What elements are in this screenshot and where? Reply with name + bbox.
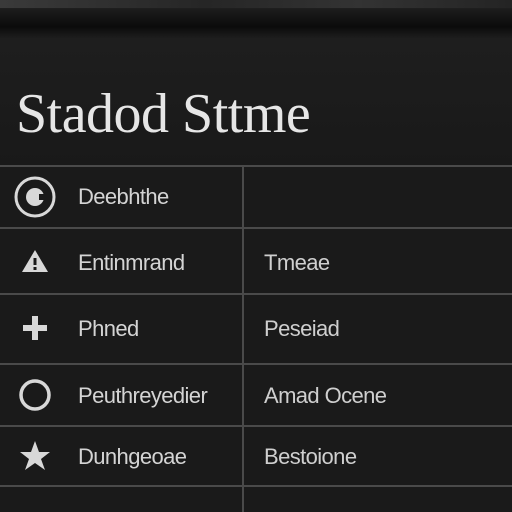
row-value: Bestoione: [264, 444, 357, 469]
page-title: Stadod Sttme: [16, 83, 311, 145]
table-row[interactable]: Phned Peseiad: [0, 295, 512, 363]
settings-dial-icon[interactable]: [12, 174, 58, 220]
circle-icon[interactable]: [12, 372, 58, 418]
bezel-highlight: [0, 0, 512, 8]
row-label: Entinmrand: [78, 250, 185, 275]
row-label: Dunhgeoae: [78, 444, 187, 469]
row-value: Peseiad: [264, 316, 340, 341]
row-label: Phned: [78, 316, 139, 341]
settings-table: Deebhthe Entinmrand Tmeae Phned Peseiad …: [0, 165, 512, 512]
settings-screen: Stadod Sttme Deebhthe Entinmrand Tmeae P…: [0, 38, 512, 512]
table-row[interactable]: Deebhthe: [0, 167, 512, 227]
monitor-bezel: [0, 0, 512, 38]
row-divider: [0, 485, 512, 487]
star-icon[interactable]: [12, 433, 58, 479]
row-label: Deebhthe: [78, 184, 169, 209]
row-value: Amad Ocene: [264, 383, 387, 408]
table-row[interactable]: Dunhgeoae Bestoione: [0, 427, 512, 485]
header: Stadod Sttme: [0, 38, 512, 166]
row-value: Tmeae: [264, 250, 330, 275]
table-row[interactable]: Entinmrand Tmeae: [0, 229, 512, 293]
plus-icon[interactable]: [12, 305, 58, 351]
table-row[interactable]: Peuthreyedier Amad Ocene: [0, 365, 512, 425]
warning-triangle-icon[interactable]: [12, 238, 58, 284]
row-label: Peuthreyedier: [78, 383, 208, 408]
